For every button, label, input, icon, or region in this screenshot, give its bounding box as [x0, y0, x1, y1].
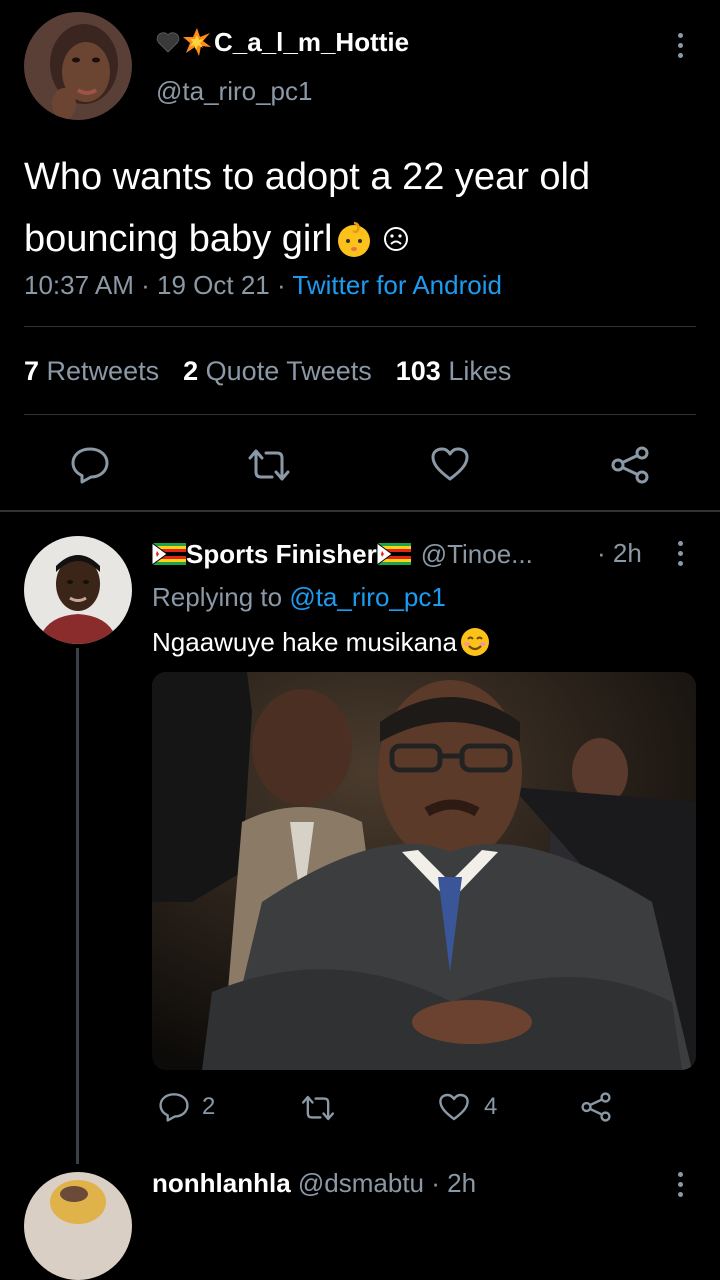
tweet-text-line2: bouncing baby girl: [24, 218, 333, 260]
divider: [24, 326, 696, 327]
reply-time: · 2h: [597, 538, 642, 568]
reply-attached-image[interactable]: [152, 672, 696, 1070]
handle[interactable]: @ta_riro_pc1: [156, 76, 312, 107]
next-reply-handle[interactable]: @dsmabtu: [298, 1168, 424, 1198]
reply-text-content: Ngaawuye hake musikana: [152, 626, 457, 657]
reply-handle[interactable]: @Tinoe...: [421, 539, 533, 570]
tweet-meta: 10:37 AM · 19 Oct 21 · Twitter for Andro…: [24, 270, 502, 301]
next-reply-display-name[interactable]: nonhlanhla: [152, 1168, 291, 1198]
meta-separator: ·: [141, 270, 150, 300]
like-heart-icon: [438, 1092, 470, 1122]
avatar[interactable]: [24, 12, 132, 120]
tweet-time: 10:37 AM: [24, 270, 134, 300]
reply-icon: [158, 1092, 190, 1122]
display-name-text: C_a_l_m_Hottie: [214, 26, 410, 57]
like-count: 4: [484, 1093, 498, 1120]
quote-tweets-label: Quote Tweets: [205, 356, 372, 386]
tweet-date: 19 Oct 21: [157, 270, 270, 300]
reply-action-like[interactable]: 4: [438, 1092, 497, 1122]
retweets-label: Retweets: [46, 356, 160, 386]
replying-to: Replying to @ta_riro_pc1: [152, 582, 446, 613]
replying-to-handle[interactable]: @ta_riro_pc1: [289, 582, 445, 612]
likes-stat[interactable]: 103 Likes: [396, 356, 512, 387]
tweet-text: Who wants to adopt a 22 year old bouncin…: [24, 146, 704, 270]
baby-emoji-icon: [334, 219, 374, 259]
quote-tweets-count: 2: [183, 356, 199, 386]
more-options-icon[interactable]: [677, 33, 683, 58]
reply-more-options-icon[interactable]: [677, 541, 683, 566]
tweet-text-line1: Who wants to adopt a 22 year old: [24, 156, 591, 198]
likes-count: 103: [395, 356, 441, 386]
like-heart-icon[interactable]: [430, 446, 470, 482]
collision-icon: [182, 27, 212, 57]
section-divider: [0, 510, 720, 512]
next-reply-avatar[interactable]: [24, 1172, 132, 1280]
replying-to-prefix: Replying to: [152, 582, 283, 612]
reply-count: 2: [202, 1093, 216, 1120]
retweets-stat[interactable]: 7 Retweets: [24, 356, 159, 387]
retweets-count: 7: [24, 356, 40, 386]
share-icon[interactable]: [610, 446, 650, 484]
zimbabwe-flag-icon: [152, 543, 186, 565]
share-icon[interactable]: [580, 1092, 612, 1122]
quote-tweets-stat[interactable]: 2 Quote Tweets: [183, 356, 372, 387]
reply-action-reply[interactable]: 2: [158, 1092, 215, 1122]
next-reply-more-options-icon[interactable]: [677, 1172, 683, 1197]
reply-icon[interactable]: [70, 446, 110, 484]
next-reply-time: · 2h: [431, 1168, 477, 1198]
tweet-source-link[interactable]: Twitter for Android: [292, 270, 502, 300]
likes-label: Likes: [448, 356, 512, 386]
meta-separator: ·: [276, 270, 286, 300]
zimbabwe-flag-icon: [376, 543, 411, 565]
retweet-icon[interactable]: [300, 1094, 336, 1122]
reply-header: Sports Finisher @Tinoe...: [152, 536, 533, 572]
engagement-stats: 7 Retweets 2 Quote Tweets 103 Likes: [24, 356, 511, 387]
next-reply-header: nonhlanhla @dsmabtu · 2h: [152, 1168, 476, 1199]
reply-thread-line: [76, 648, 79, 1164]
smiling-face-icon: [459, 626, 491, 658]
reply-avatar[interactable]: [24, 536, 132, 644]
reply-text: Ngaawuye hake musikana: [152, 626, 491, 658]
reply-display-name[interactable]: Sports Finisher: [186, 539, 377, 570]
display-name[interactable]: C_a_l_m_Hottie: [156, 24, 409, 60]
retweet-icon[interactable]: [246, 448, 292, 482]
frowning-face-icon: [382, 225, 410, 253]
divider: [24, 414, 696, 415]
black-heart-icon: [156, 31, 180, 53]
